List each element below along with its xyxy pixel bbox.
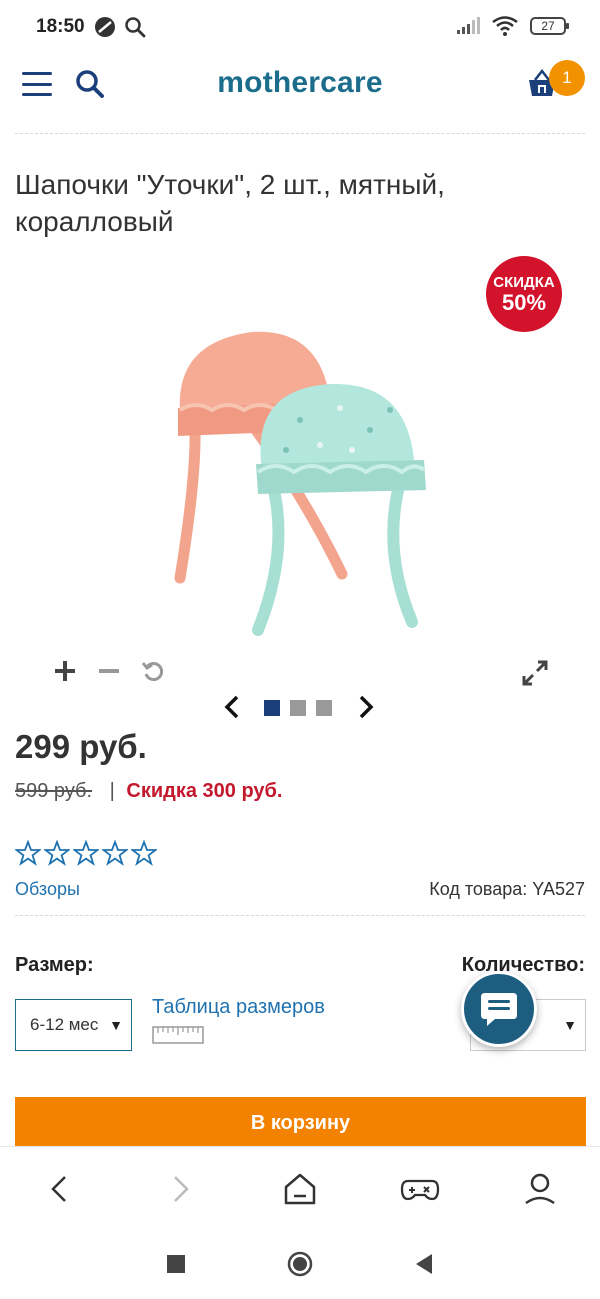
discount-badge: СКИДКА 50% [486, 256, 562, 332]
gallery-prev-icon[interactable] [222, 694, 242, 720]
chat-bubble-icon [481, 993, 517, 1026]
browser-back-icon[interactable] [40, 1169, 80, 1209]
section-divider [15, 915, 585, 916]
product-title: Шапочки "Уточки", 2 шт., мятный, коралло… [15, 169, 445, 237]
back-icon[interactable] [410, 1250, 438, 1278]
gallery-dot-2[interactable] [290, 700, 306, 716]
quantity-label: Количество: [461, 954, 585, 976]
zoom-out-icon[interactable] [96, 658, 122, 684]
browser-toolbar [0, 1146, 600, 1228]
product-sku: Код товара: YA527 [429, 879, 585, 899]
size-label: Размер: [15, 954, 94, 976]
status-bar: 18:50 27 [0, 0, 600, 56]
dropdown-caret-icon: ▼ [109, 1017, 123, 1033]
star-icon-4[interactable] [102, 840, 128, 866]
fullscreen-icon[interactable] [520, 658, 550, 688]
header-divider [15, 133, 585, 134]
gallery-dot-3[interactable] [316, 700, 332, 716]
reviews-link[interactable]: Обзоры [15, 879, 80, 900]
chat-button[interactable] [461, 971, 537, 1047]
price-comparison: 599 руб. | Скидка 300 руб. [15, 780, 282, 803]
price-separator: | [109, 780, 115, 802]
profile-icon[interactable] [520, 1169, 560, 1209]
signal-icon [457, 17, 480, 34]
site-header: mothercare 1 [0, 56, 600, 134]
star-icon-5[interactable] [131, 840, 157, 866]
app-notification-icon [95, 17, 115, 37]
games-controller-icon[interactable] [400, 1169, 440, 1209]
saving-amount: Скидка 300 руб. [126, 780, 283, 802]
system-navigation-bar [0, 1228, 600, 1299]
add-to-cart-button[interactable]: В корзину [15, 1097, 586, 1149]
status-left-icons [94, 16, 146, 38]
search-icon [125, 17, 146, 38]
mothercare-logo[interactable]: mothercare [0, 66, 600, 100]
reset-zoom-icon[interactable] [140, 658, 166, 684]
star-icon-1[interactable] [15, 840, 41, 866]
image-zoom-controls [52, 658, 166, 684]
zoom-in-icon[interactable] [52, 658, 78, 684]
size-select[interactable]: 6-12 мес ▼ [15, 999, 132, 1051]
home-icon[interactable] [286, 1250, 314, 1278]
wifi-icon [492, 16, 518, 36]
star-icon-2[interactable] [44, 840, 70, 866]
discount-badge-percent: 50% [501, 290, 547, 315]
rating-stars [15, 840, 157, 866]
cart-count-badge[interactable]: 1 [549, 60, 585, 96]
size-select-value: 6-12 мес [30, 1015, 99, 1034]
gallery-next-icon[interactable] [356, 694, 376, 720]
star-icon-3[interactable] [73, 840, 99, 866]
old-price: 599 руб. [15, 780, 93, 802]
gallery-dot-1[interactable] [264, 700, 280, 716]
ruler-icon [152, 1026, 204, 1044]
browser-forward-icon[interactable] [160, 1169, 200, 1209]
status-time: 18:50 [36, 16, 85, 37]
status-right-icons: 27 [456, 16, 569, 36]
discount-badge-label: СКИДКА [493, 274, 555, 291]
battery-icon: 27 [530, 17, 569, 35]
browser-home-icon[interactable] [280, 1169, 320, 1209]
recent-apps-icon[interactable] [162, 1250, 190, 1278]
dropdown-caret-icon: ▼ [563, 1017, 577, 1033]
gallery-navigation [220, 692, 380, 722]
current-price: 299 руб. [15, 728, 147, 765]
size-chart-link[interactable]: Таблица размеров [152, 996, 325, 1019]
